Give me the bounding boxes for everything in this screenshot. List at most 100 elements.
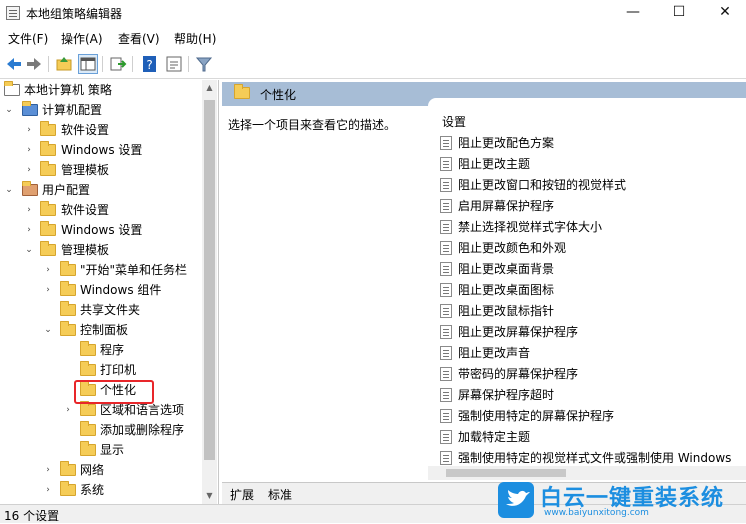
scroll-up-icon[interactable]: ▲	[202, 80, 217, 96]
policy-setting-icon	[440, 325, 452, 339]
tree-item-label: Windows 设置	[61, 223, 143, 237]
filter-icon[interactable]	[194, 54, 214, 74]
setting-label: 阻止更改桌面背景	[458, 262, 555, 276]
tab-extended[interactable]: 扩展	[230, 486, 254, 503]
chevron-down-icon[interactable]: ⌄	[43, 320, 53, 340]
menu-file[interactable]: 文件(F)	[8, 30, 48, 47]
tree-item-display[interactable]: 显示	[0, 440, 200, 460]
tree-item-control-panel[interactable]: ⌄ 控制面板	[0, 320, 200, 340]
tree-item-label: 系统	[80, 483, 105, 497]
status-text: 16 个设置	[4, 509, 60, 523]
help-icon[interactable]: ?	[140, 54, 160, 74]
tree-item-printers[interactable]: 打印机	[0, 360, 200, 380]
toolbar-separator	[132, 56, 133, 72]
policy-setting-icon	[440, 199, 452, 213]
tree-scrollbar[interactable]: ▲ ▼	[202, 80, 217, 504]
forward-arrow-icon[interactable]	[24, 54, 44, 74]
folder-icon	[60, 281, 76, 296]
computer-icon	[22, 101, 38, 116]
setting-label: 强制使用特定的视觉样式文件或强制使用 Windows	[458, 451, 732, 465]
tree-item-local-policy[interactable]: 本地计算机 策略	[0, 80, 200, 100]
chevron-right-icon[interactable]: ›	[43, 480, 53, 500]
scrollbar-thumb[interactable]	[446, 469, 566, 477]
tree-item-label: 管理模板	[61, 243, 110, 257]
tree-item-windows-settings[interactable]: › Windows 设置	[0, 140, 200, 160]
close-button[interactable]: ✕	[702, 0, 746, 26]
chevron-down-icon[interactable]: ⌄	[4, 100, 14, 120]
properties-icon[interactable]	[164, 54, 184, 74]
tree-item-software-settings[interactable]: › 软件设置	[0, 200, 200, 220]
chevron-right-icon[interactable]: ›	[43, 260, 53, 280]
tree-item-shared-folders[interactable]: 共享文件夹	[0, 300, 200, 320]
folder-icon	[80, 341, 96, 356]
policy-setting-icon	[440, 409, 452, 423]
back-arrow-icon[interactable]	[4, 54, 24, 74]
policy-setting-icon	[440, 241, 452, 255]
chevron-right-icon[interactable]: ›	[43, 280, 53, 300]
setting-label: 禁止选择视觉样式字体大小	[458, 220, 603, 234]
setting-label: 强制使用特定的屏幕保护程序	[458, 409, 615, 423]
menu-action[interactable]: 操作(A)	[61, 30, 103, 47]
tree-item-admin-templates[interactable]: ⌄ 管理模板	[0, 240, 200, 260]
chevron-down-icon[interactable]: ⌄	[24, 240, 34, 260]
tree-item-add-remove-programs[interactable]: 添加或删除程序	[0, 420, 200, 440]
tree-item-system[interactable]: › 系统	[0, 480, 200, 500]
tree-item-start-menu[interactable]: › "开始"菜单和任务栏	[0, 260, 200, 280]
app-icon	[6, 6, 20, 20]
chevron-right-icon[interactable]: ›	[24, 120, 34, 140]
tree-item-user-config[interactable]: ⌄ 用户配置	[0, 180, 200, 200]
folder-icon	[60, 301, 76, 316]
tree-item-software-settings[interactable]: › 软件设置	[0, 120, 200, 140]
chevron-right-icon[interactable]: ›	[24, 220, 34, 240]
setting-label: 阻止更改声音	[458, 346, 531, 360]
tree-pane: 本地计算机 策略 ⌄ 计算机配置 › 软件设置 › Windows 设置 › 管…	[0, 80, 219, 504]
tree-item-windows-components[interactable]: › Windows 组件	[0, 280, 200, 300]
maximize-button[interactable]: ☐	[656, 0, 702, 26]
setting-label: 阻止更改屏幕保护程序	[458, 325, 579, 339]
toolbar-separator	[48, 56, 49, 72]
tree-item-admin-templates[interactable]: › 管理模板	[0, 160, 200, 180]
policy-setting-icon	[440, 451, 452, 465]
tree-item-computer-config[interactable]: ⌄ 计算机配置	[0, 100, 200, 120]
export-icon[interactable]	[108, 54, 128, 74]
folder-icon	[40, 161, 56, 176]
folder-icon	[40, 221, 56, 236]
toolbar: ?	[0, 50, 746, 79]
toolbar-separator	[102, 56, 103, 72]
tree-item-windows-settings[interactable]: › Windows 设置	[0, 220, 200, 240]
setting-label: 加载特定主题	[458, 430, 531, 444]
chevron-right-icon[interactable]: ›	[63, 400, 73, 420]
chevron-right-icon[interactable]: ›	[24, 200, 34, 220]
scroll-down-icon[interactable]: ▼	[202, 488, 217, 504]
menu-bar: 文件(F) 操作(A) 查看(V) 帮助(H)	[0, 28, 746, 48]
scrollbar-thumb[interactable]	[204, 100, 215, 460]
tab-standard[interactable]: 标准	[268, 486, 292, 503]
policy-setting-icon	[440, 136, 452, 150]
setting-label: 启用屏幕保护程序	[458, 199, 555, 213]
chevron-right-icon[interactable]: ›	[43, 460, 53, 480]
tree-item-label: 管理模板	[61, 163, 110, 177]
window-title: 本地组策略编辑器	[26, 7, 123, 21]
policy-icon	[4, 81, 20, 96]
tree-item-programs[interactable]: 程序	[0, 340, 200, 360]
policy-setting-icon	[440, 220, 452, 234]
minimize-button[interactable]: —	[610, 0, 656, 26]
show-tree-icon[interactable]	[78, 54, 98, 74]
chevron-right-icon[interactable]: ›	[24, 160, 34, 180]
chevron-down-icon[interactable]: ⌄	[4, 180, 14, 200]
watermark-url: www.baiyunxitong.com	[544, 508, 649, 518]
chevron-right-icon[interactable]: ›	[24, 140, 34, 160]
menu-view[interactable]: 查看(V)	[118, 30, 160, 47]
tree-item-label: 程序	[100, 343, 125, 357]
folder-icon	[40, 201, 56, 216]
toolbar-separator	[188, 56, 189, 72]
folder-icon	[80, 421, 96, 436]
up-folder-icon[interactable]	[54, 54, 74, 74]
settings-column-header[interactable]: 设置	[442, 113, 466, 130]
setting-label: 阻止更改桌面图标	[458, 283, 555, 297]
menu-help[interactable]: 帮助(H)	[174, 30, 216, 47]
title-bar: 本地组策略编辑器 — ☐ ✕	[0, 0, 746, 26]
tree-item-network[interactable]: › 网络	[0, 460, 200, 480]
setting-label: 阻止更改鼠标指针	[458, 304, 555, 318]
policy-setting-icon	[440, 283, 452, 297]
